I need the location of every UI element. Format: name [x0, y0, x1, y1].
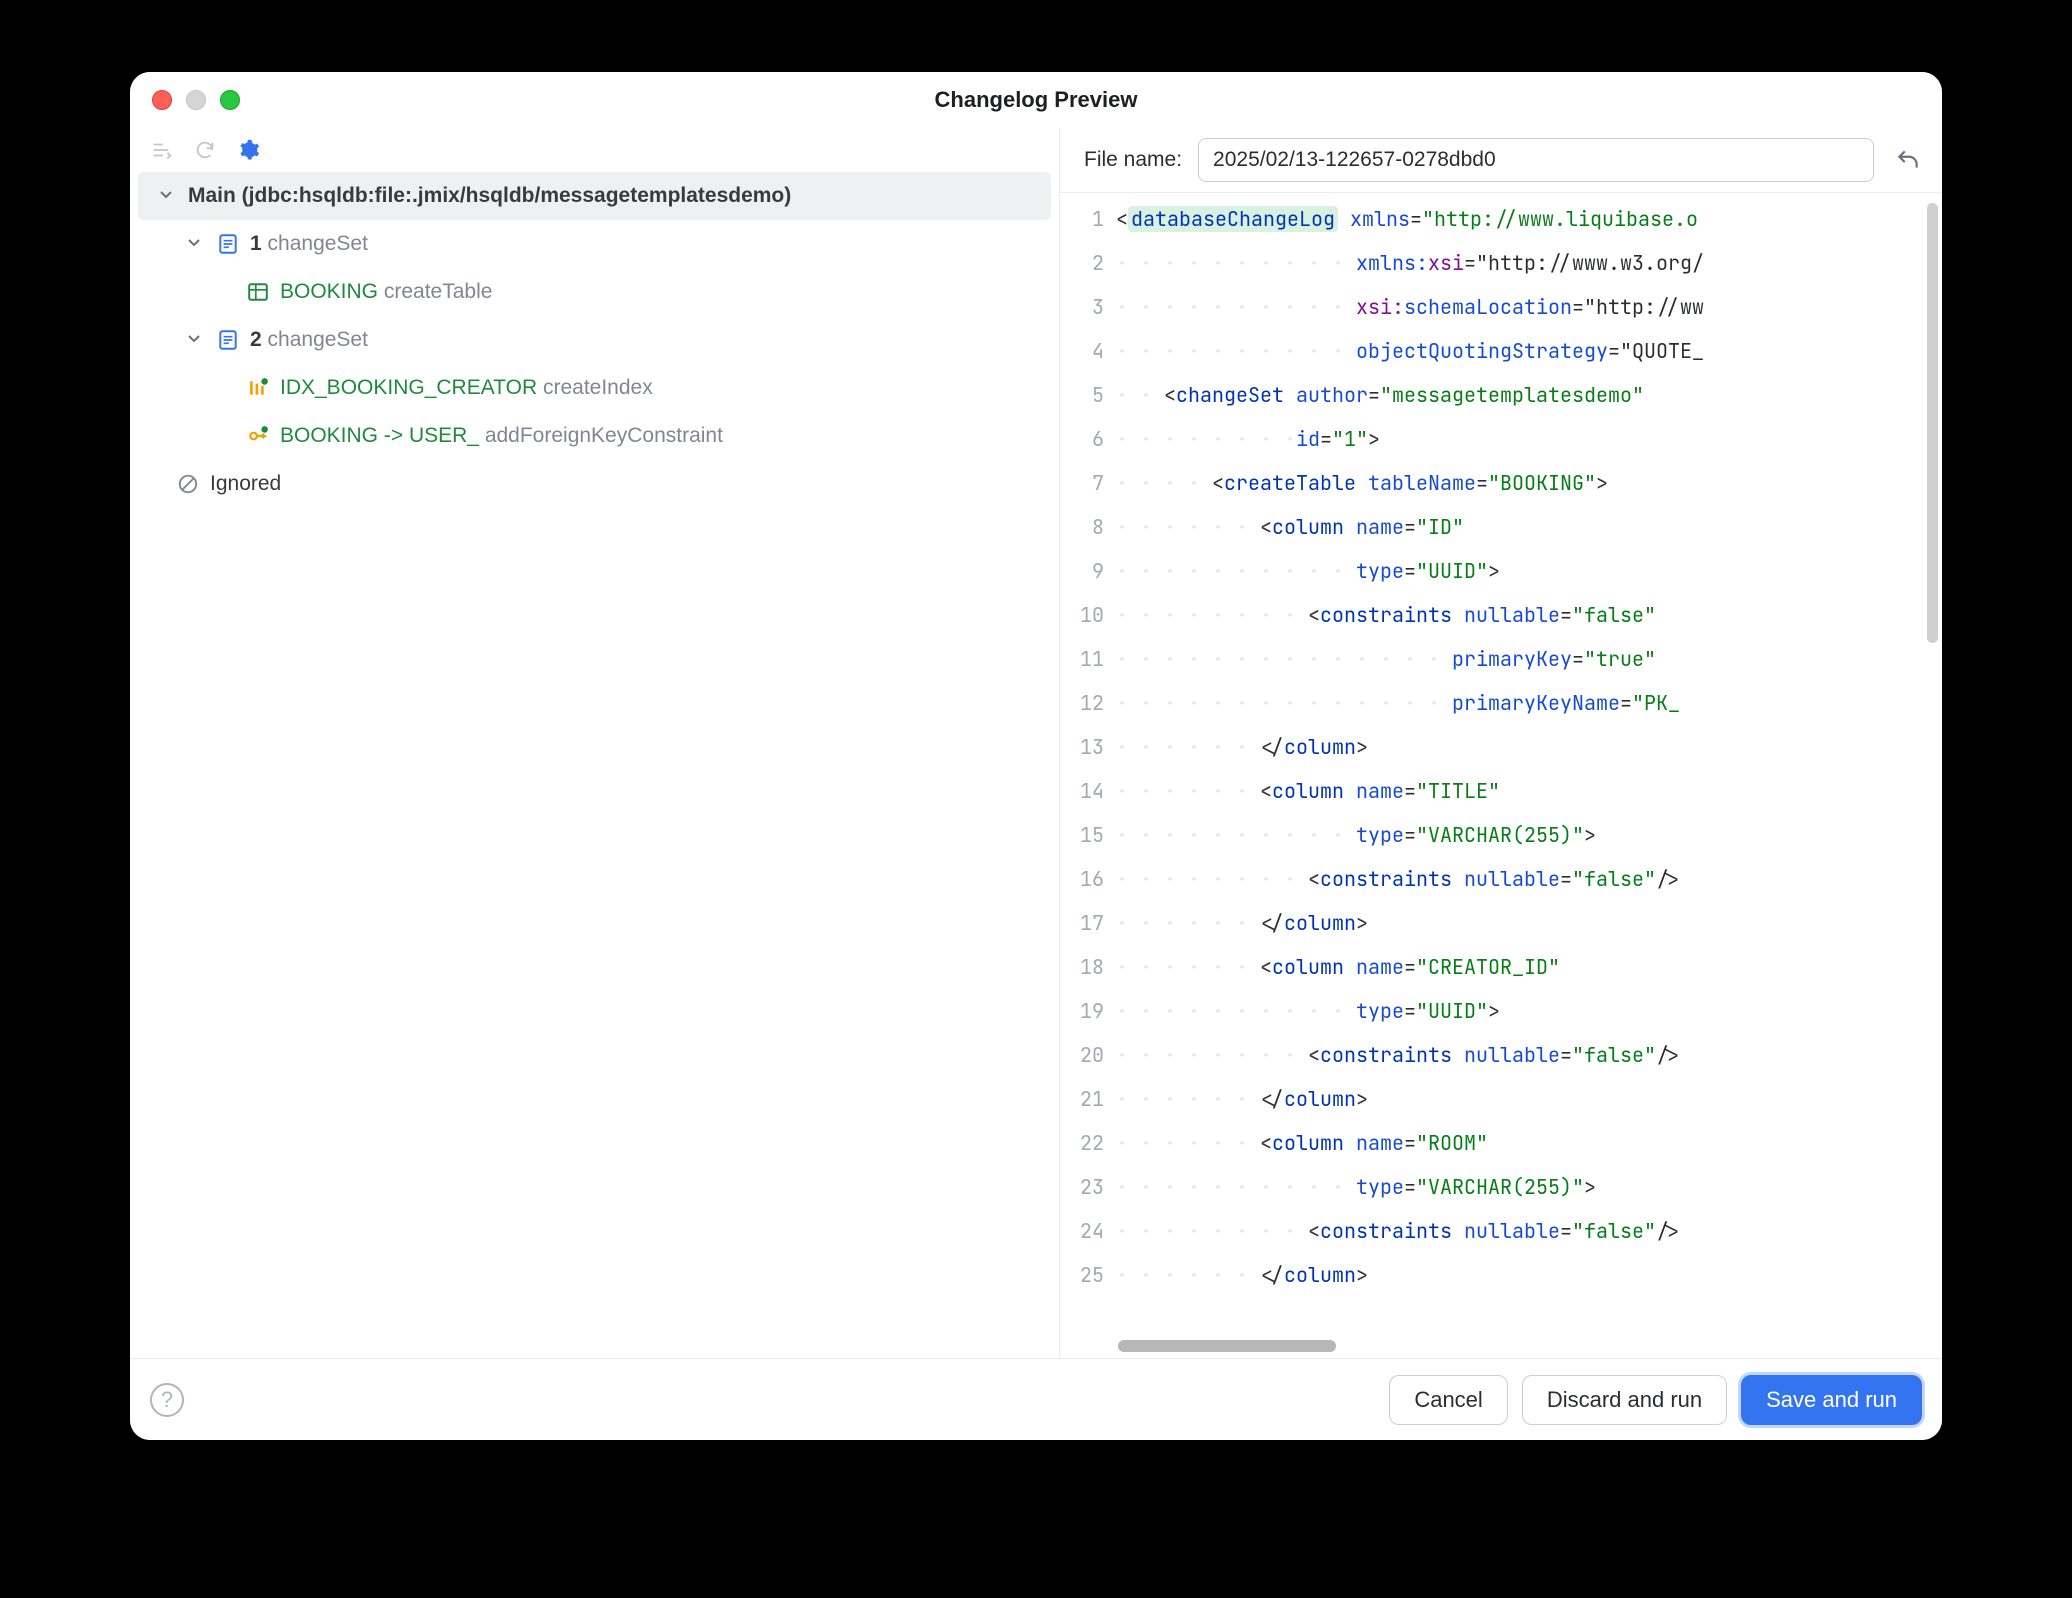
line-number: 8 — [1060, 505, 1116, 549]
entity-name: BOOKING -> USER_ — [280, 424, 479, 447]
line-number: 21 — [1060, 1077, 1116, 1121]
file-name-row: File name: — [1060, 128, 1942, 192]
tree-toolbar — [130, 128, 1059, 172]
maximize-icon[interactable] — [220, 90, 240, 110]
line-number: 22 — [1060, 1121, 1116, 1165]
line-number: 12 — [1060, 681, 1116, 725]
table-icon — [246, 280, 270, 304]
cancel-button[interactable]: Cancel — [1389, 1375, 1507, 1425]
vertical-scrollbar[interactable] — [1927, 203, 1938, 643]
ignored-icon — [176, 472, 200, 496]
code-area[interactable]: <databaseChangeLog xmlns="http://www.liq… — [1116, 193, 1942, 1358]
left-panel: Main (jdbc:hsqldb:file:.jmix/hsqldb/mess… — [130, 128, 1060, 1358]
line-number: 17 — [1060, 901, 1116, 945]
changeset-icon — [216, 232, 240, 256]
tree-create-index[interactable]: IDX_BOOKING_CREATOR createIndex — [130, 364, 1059, 412]
changeset-label: changeSet — [268, 232, 368, 255]
file-name-input[interactable] — [1198, 138, 1874, 182]
tree-main-label: Main (jdbc:hsqldb:file:.jmix/hsqldb/mess… — [188, 184, 791, 207]
entity-name: BOOKING — [280, 280, 378, 303]
line-number: 14 — [1060, 769, 1116, 813]
chevron-down-icon[interactable] — [154, 186, 178, 202]
discard-and-run-button[interactable]: Discard and run — [1522, 1375, 1727, 1425]
window-controls — [130, 90, 240, 110]
help-icon[interactable]: ? — [150, 1383, 184, 1417]
horizontal-scrollbar[interactable] — [1118, 1340, 1336, 1352]
foreign-key-icon — [246, 424, 270, 448]
tree-add-fk[interactable]: BOOKING -> USER_ addForeignKeyConstraint — [130, 412, 1059, 460]
ignored-label: Ignored — [210, 472, 281, 496]
chevron-down-icon[interactable] — [182, 234, 206, 250]
code-editor[interactable]: 1 2 3 4 5 6 7 8 9 10 11 12 13 14 — [1060, 192, 1942, 1358]
operation-name: createTable — [384, 280, 493, 303]
tree-create-table[interactable]: BOOKING createTable — [130, 268, 1059, 316]
line-number: 7 — [1060, 461, 1116, 505]
index-icon — [246, 376, 270, 400]
line-number: 23 — [1060, 1165, 1116, 1209]
line-number: 15 — [1060, 813, 1116, 857]
line-number: 13 — [1060, 725, 1116, 769]
tree-changeset-2[interactable]: 2 changeSet — [130, 316, 1059, 364]
changeset-number: 2 — [250, 328, 262, 351]
gear-icon[interactable] — [236, 137, 262, 163]
expand-icon[interactable] — [148, 137, 174, 163]
save-and-run-button[interactable]: Save and run — [1741, 1375, 1922, 1425]
tree-main-node[interactable]: Main (jdbc:hsqldb:file:.jmix/hsqldb/mess… — [138, 172, 1051, 220]
line-number: 18 — [1060, 945, 1116, 989]
changeset-number: 1 — [250, 232, 262, 255]
dialog-title: Changelog Preview — [130, 87, 1942, 113]
line-number: 6 — [1060, 417, 1116, 461]
line-number: 9 — [1060, 549, 1116, 593]
line-number: 2 — [1060, 241, 1116, 285]
line-number: 16 — [1060, 857, 1116, 901]
operation-name: addForeignKeyConstraint — [485, 424, 723, 447]
right-panel: File name: 1 2 3 4 5 6 7 8 — [1060, 128, 1942, 1358]
line-number: 10 — [1060, 593, 1116, 637]
minimize-icon[interactable] — [186, 90, 206, 110]
entity-name: IDX_BOOKING_CREATOR — [280, 376, 537, 399]
changeset-icon — [216, 328, 240, 352]
changeset-label: changeSet — [268, 328, 368, 351]
line-number: 1 — [1060, 197, 1116, 241]
line-gutter: 1 2 3 4 5 6 7 8 9 10 11 12 13 14 — [1060, 193, 1116, 1358]
file-name-label: File name: — [1084, 148, 1182, 172]
line-number: 25 — [1060, 1253, 1116, 1297]
tree-ignored[interactable]: Ignored — [130, 460, 1059, 508]
chevron-down-icon[interactable] — [182, 330, 206, 346]
refresh-icon[interactable] — [192, 137, 218, 163]
line-number: 11 — [1060, 637, 1116, 681]
dialog-footer: ? Cancel Discard and run Save and run — [130, 1358, 1942, 1440]
revert-icon[interactable] — [1890, 142, 1926, 178]
line-number: 24 — [1060, 1209, 1116, 1253]
tree-changeset-1[interactable]: 1 changeSet — [130, 220, 1059, 268]
close-icon[interactable] — [152, 90, 172, 110]
dialog-window: Changelog Preview — [130, 72, 1942, 1440]
titlebar: Changelog Preview — [130, 72, 1942, 128]
line-number: 20 — [1060, 1033, 1116, 1077]
operation-name: createIndex — [543, 376, 653, 399]
changeset-tree[interactable]: Main (jdbc:hsqldb:file:.jmix/hsqldb/mess… — [130, 172, 1059, 1358]
line-number: 4 — [1060, 329, 1116, 373]
line-number: 19 — [1060, 989, 1116, 1033]
line-number: 3 — [1060, 285, 1116, 329]
line-number: 5 — [1060, 373, 1116, 417]
